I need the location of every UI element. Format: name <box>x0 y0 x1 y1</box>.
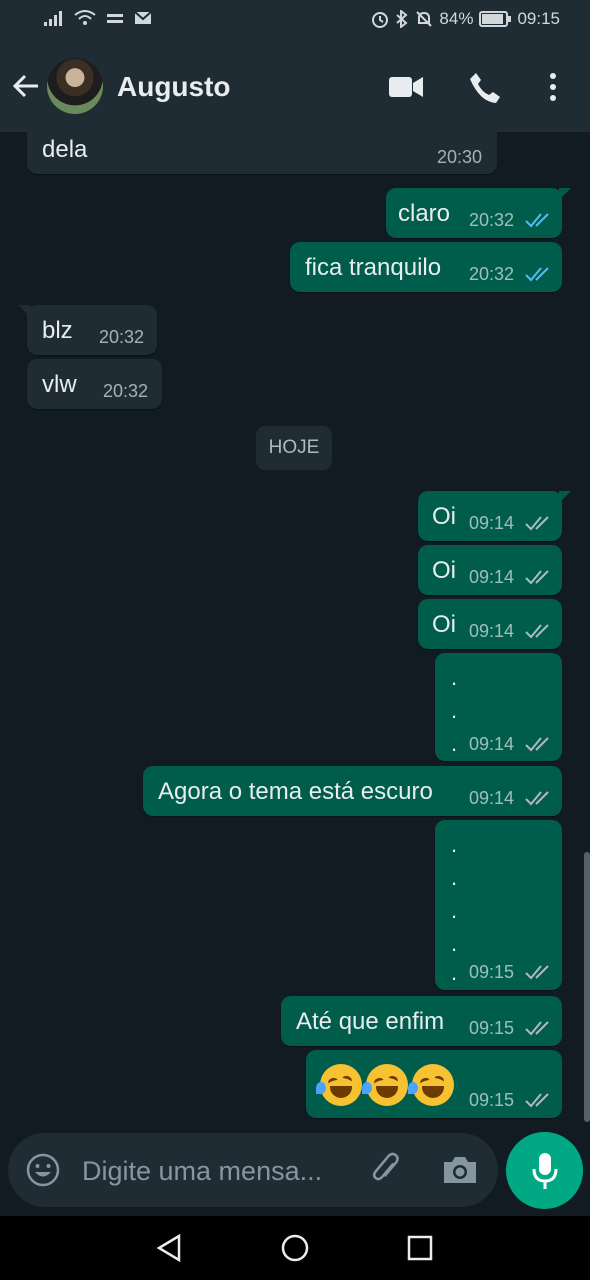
message-outgoing-emoji[interactable]: 09:15 <box>306 1050 562 1118</box>
delivered-ticks-icon <box>525 1021 549 1036</box>
message-text: fica tranquilo <box>305 254 442 281</box>
message-text-line: . <box>451 665 458 690</box>
message-outgoing[interactable]: Oi 09:14 <box>418 599 562 649</box>
status-left-icons <box>44 10 152 26</box>
data-speed-icon <box>107 14 123 23</box>
read-ticks-icon <box>525 267 549 282</box>
rolling-laughing-emoji-icon <box>362 1064 408 1106</box>
conversation[interactable]: dela 20:30 claro 20:32 fica tranquilo 20… <box>0 132 590 1125</box>
video-call-icon[interactable] <box>388 74 424 100</box>
rolling-laughing-emoji-icon <box>408 1064 454 1106</box>
message-text-line: . <box>451 698 458 723</box>
wifi-icon <box>74 10 96 25</box>
message-composer <box>8 1133 498 1207</box>
camera-icon[interactable] <box>442 1155 478 1185</box>
message-text: Oi <box>432 611 456 638</box>
message-outgoing[interactable]: . . . 09:14 <box>435 653 562 761</box>
read-ticks-icon <box>525 213 549 228</box>
battery-percent: 84% <box>439 9 474 28</box>
message-outgoing[interactable]: Agora o tema está escuro 09:14 <box>143 766 562 816</box>
message-outgoing[interactable]: fica tranquilo 20:32 <box>290 242 562 292</box>
message-text-line: . <box>451 865 458 890</box>
voice-message-button[interactable] <box>506 1132 583 1209</box>
message-incoming[interactable]: blz 20:32 <box>18 305 157 355</box>
attach-icon[interactable] <box>370 1152 404 1188</box>
message-time: 09:15 <box>469 1018 515 1038</box>
message-text-line: . <box>451 731 458 756</box>
message-incoming[interactable]: dela 20:30 <box>27 132 497 174</box>
message-time: 20:32 <box>469 210 515 230</box>
nav-back-icon[interactable] <box>156 1234 182 1262</box>
microphone-icon <box>532 1153 558 1189</box>
signal-icon <box>44 11 62 26</box>
more-options-icon[interactable] <box>548 72 558 102</box>
message-outgoing[interactable]: claro 20:32 <box>386 188 571 238</box>
bubble-tail <box>559 188 571 200</box>
message-time: 09:14 <box>469 734 515 754</box>
clock: 09:15 <box>517 9 560 28</box>
status-bar: 84% 09:15 <box>0 0 590 40</box>
scrollbar[interactable] <box>584 852 590 1122</box>
message-text-line: . <box>451 832 458 857</box>
nav-recents-icon[interactable] <box>407 1235 433 1261</box>
system-navigation-bar <box>0 1216 590 1280</box>
battery-icon <box>479 11 512 27</box>
status-right-icons: 84% 09:15 <box>371 9 560 29</box>
emoji-icon[interactable] <box>26 1153 60 1187</box>
back-arrow-icon[interactable] <box>10 70 42 102</box>
bubble-tail <box>18 305 30 317</box>
message-time: 09:14 <box>469 567 515 587</box>
chat-header: Augusto <box>0 40 590 132</box>
nav-home-icon[interactable] <box>281 1234 309 1262</box>
bubble-tail <box>559 491 571 503</box>
delivered-ticks-icon <box>525 737 549 752</box>
delivered-ticks-icon <box>525 965 549 980</box>
message-text: Até que enfim <box>296 1008 445 1035</box>
message-text-line: . <box>451 960 458 985</box>
message-text: Agora o tema está escuro <box>158 778 433 805</box>
message-text: Oi <box>432 557 456 584</box>
message-incoming[interactable]: vlw 20:32 <box>27 359 162 409</box>
message-time: 20:32 <box>103 381 149 401</box>
message-text: vlw <box>42 371 77 398</box>
gmail-icon <box>134 11 152 24</box>
phone-call-icon[interactable] <box>468 71 502 105</box>
date-separator: HOJE <box>256 426 332 470</box>
bluetooth-icon <box>396 10 408 28</box>
message-outgoing[interactable]: . . . . . 09:15 <box>435 820 562 990</box>
message-time: 09:15 <box>469 962 515 982</box>
message-time: 09:14 <box>469 788 515 808</box>
message-outgoing[interactable]: Até que enfim 09:15 <box>281 996 562 1046</box>
message-text: claro <box>398 200 451 227</box>
alarm-icon <box>372 12 389 28</box>
message-text: blz <box>42 317 73 344</box>
delivered-ticks-icon <box>525 791 549 806</box>
message-text: Oi <box>432 503 456 530</box>
delivered-ticks-icon <box>525 624 549 639</box>
delivered-ticks-icon <box>525 516 549 531</box>
message-input[interactable] <box>80 1150 354 1192</box>
message-time: 20:32 <box>99 327 145 347</box>
message-time: 09:15 <box>469 1090 515 1110</box>
message-text: dela <box>42 136 88 163</box>
message-outgoing[interactable]: Oi 09:14 <box>418 545 562 595</box>
message-outgoing[interactable]: Oi 09:14 <box>418 491 571 541</box>
avatar[interactable] <box>47 58 103 114</box>
rolling-laughing-emoji-icon <box>316 1064 362 1106</box>
message-time: 09:14 <box>469 513 515 533</box>
message-text-line: . <box>451 931 458 956</box>
delivered-ticks-icon <box>525 570 549 585</box>
message-time: 20:30 <box>437 147 483 167</box>
message-time: 09:14 <box>469 621 515 641</box>
message-time: 20:32 <box>469 264 515 284</box>
delivered-ticks-icon <box>525 1093 549 1108</box>
message-text-line: . <box>451 898 458 923</box>
mute-icon <box>416 11 433 27</box>
contact-name[interactable]: Augusto <box>117 71 231 103</box>
